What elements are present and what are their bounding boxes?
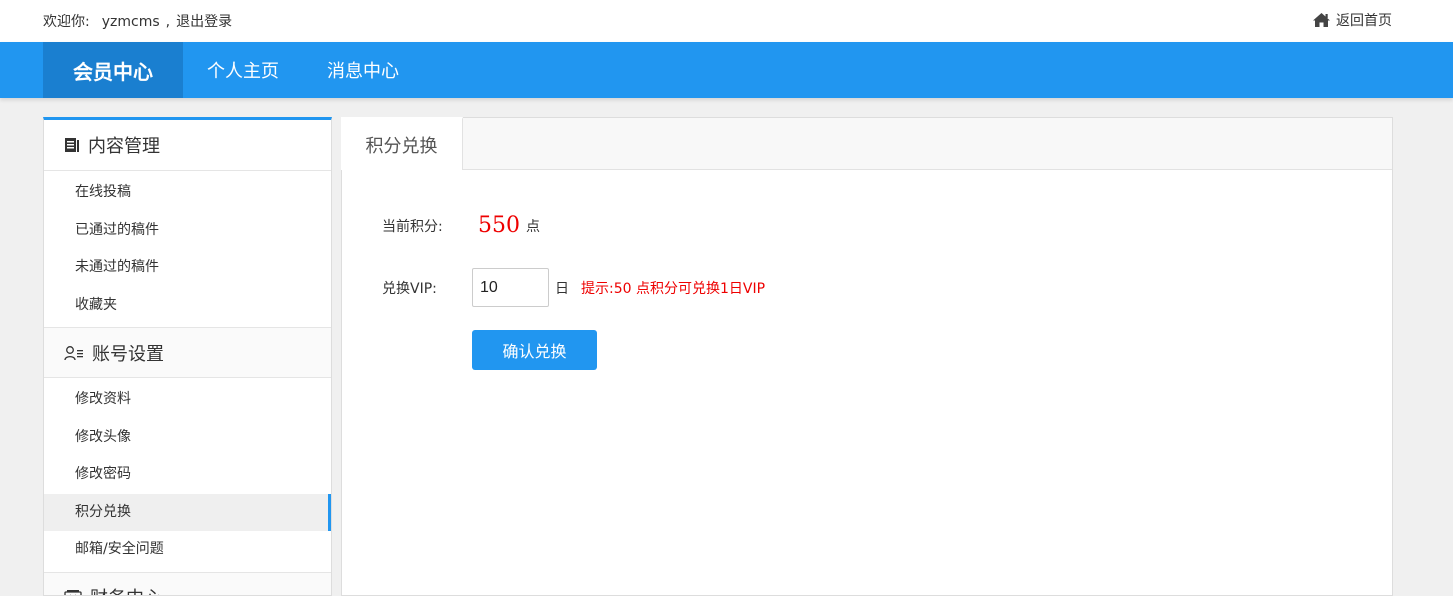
top-bar: 欢迎你: yzmcms, 退出登录 返回首页 bbox=[0, 0, 1453, 42]
tab-bar: 积分兑换 bbox=[341, 117, 1392, 170]
current-points-row: 当前积分: 550 点 bbox=[382, 213, 540, 238]
sidebar-section-title: 账号设置 bbox=[92, 343, 164, 365]
sidebar-section-content: 内容管理 bbox=[44, 120, 331, 171]
welcome-text: 欢迎你: yzmcms, 退出登录 bbox=[43, 11, 232, 31]
sidebar-item-approved[interactable]: 已通过的稿件 bbox=[44, 212, 331, 250]
sidebar: 内容管理 在线投稿 已通过的稿件 未通过的稿件 收藏夹 账号设置 修改资料 修改… bbox=[43, 117, 332, 596]
wallet-icon bbox=[64, 590, 82, 595]
sidebar-section-account: 账号设置 bbox=[44, 327, 331, 378]
vip-days-unit: 日 bbox=[555, 280, 569, 297]
sidebar-section-title: 内容管理 bbox=[88, 136, 160, 157]
confirm-exchange-button[interactable]: 确认兑换 bbox=[472, 330, 597, 370]
home-label: 返回首页 bbox=[1336, 13, 1392, 29]
document-icon bbox=[65, 138, 79, 152]
main-panel: 积分兑换 当前积分: 550 点 兑换VIP: 日 提示:50 点积分可兑换1日… bbox=[341, 117, 1393, 596]
sidebar-item-edit-profile[interactable]: 修改资料 bbox=[44, 381, 331, 419]
sidebar-item-rejected[interactable]: 未通过的稿件 bbox=[44, 249, 331, 287]
user-settings-icon bbox=[64, 345, 83, 360]
tab-points-exchange[interactable]: 积分兑换 bbox=[341, 117, 463, 170]
sidebar-section-title: 财务中心 bbox=[90, 584, 162, 595]
separator: , bbox=[165, 14, 171, 30]
sidebar-section-finance: 财务中心 bbox=[44, 571, 331, 595]
vip-days-input[interactable] bbox=[472, 268, 549, 307]
home-icon bbox=[1313, 13, 1330, 27]
sidebar-list-account: 修改资料 修改头像 修改密码 积分兑换 邮箱/安全问题 bbox=[44, 378, 331, 572]
logout-link[interactable]: 退出登录 bbox=[176, 14, 232, 30]
sidebar-item-email-security[interactable]: 邮箱/安全问题 bbox=[44, 531, 331, 569]
vip-exchange-row: 兑换VIP: 日 提示:50 点积分可兑换1日VIP bbox=[382, 268, 765, 307]
current-points-unit: 点 bbox=[526, 218, 540, 235]
sidebar-item-edit-avatar[interactable]: 修改头像 bbox=[44, 419, 331, 457]
welcome-label: 欢迎你: bbox=[43, 14, 90, 30]
current-points-value: 550 bbox=[478, 213, 520, 238]
sidebar-item-submit-article[interactable]: 在线投稿 bbox=[44, 174, 331, 212]
main-nav: 会员中心 个人主页 消息中心 bbox=[0, 42, 1453, 98]
nav-message-center[interactable]: 消息中心 bbox=[327, 42, 399, 98]
nav-brand-member-center[interactable]: 会员中心 bbox=[43, 42, 183, 98]
vip-exchange-label: 兑换VIP: bbox=[382, 280, 437, 297]
sidebar-item-points-exchange[interactable]: 积分兑换 bbox=[44, 493, 331, 531]
current-points-label: 当前积分: bbox=[382, 218, 443, 235]
sidebar-list-content: 在线投稿 已通过的稿件 未通过的稿件 收藏夹 bbox=[44, 171, 331, 327]
sidebar-item-favorites[interactable]: 收藏夹 bbox=[44, 287, 331, 325]
home-link[interactable]: 返回首页 bbox=[1312, 10, 1392, 30]
username: yzmcms bbox=[101, 14, 160, 30]
sidebar-item-change-password[interactable]: 修改密码 bbox=[44, 456, 331, 494]
nav-personal-home[interactable]: 个人主页 bbox=[207, 42, 279, 98]
exchange-hint: 提示:50 点积分可兑换1日VIP bbox=[581, 280, 766, 297]
